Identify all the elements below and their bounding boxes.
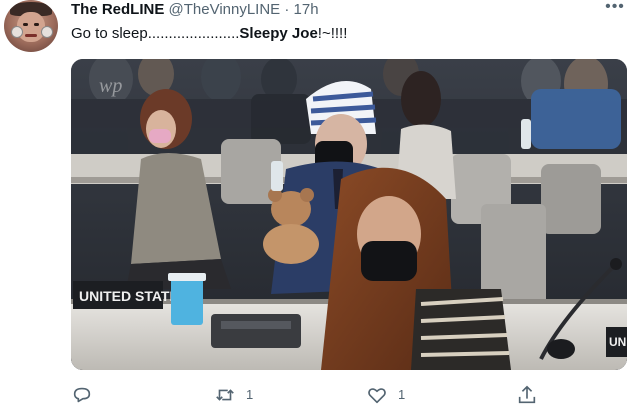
retweet-count: 1 xyxy=(246,387,254,402)
tweet-media-image[interactable]: UNITED STATES UN wp xyxy=(71,59,627,370)
tweet: The RedLINE @TheVinnyLINE · 17h ••• Go t… xyxy=(0,0,640,410)
author-handle[interactable]: @TheVinnyLINE xyxy=(169,1,281,18)
retweet-icon xyxy=(216,389,234,401)
separator-dot: · xyxy=(284,1,290,18)
watermark-text: wp xyxy=(99,75,122,97)
sign-un: UN xyxy=(609,335,626,349)
author-name[interactable]: The RedLINE xyxy=(71,1,164,18)
reply-icon xyxy=(73,387,91,403)
tweet-text: Go to sleep......................Sleepy … xyxy=(71,25,347,43)
tweet-text-end: !~!!!! xyxy=(317,25,348,42)
tweet-text-start: Go to sleep...................... xyxy=(71,25,240,42)
like-count: 1 xyxy=(398,387,406,402)
tweet-text-bold: Sleepy Joe xyxy=(239,25,318,42)
share-icon xyxy=(518,385,536,404)
tweet-actions: 1 1 xyxy=(0,382,640,408)
avatar[interactable] xyxy=(4,0,58,52)
more-icon[interactable]: ••• xyxy=(604,0,626,16)
like-icon xyxy=(368,388,386,404)
tweet-time[interactable]: 17h xyxy=(294,1,319,18)
tweet-header: The RedLINE @TheVinnyLINE · 17h xyxy=(71,1,319,19)
